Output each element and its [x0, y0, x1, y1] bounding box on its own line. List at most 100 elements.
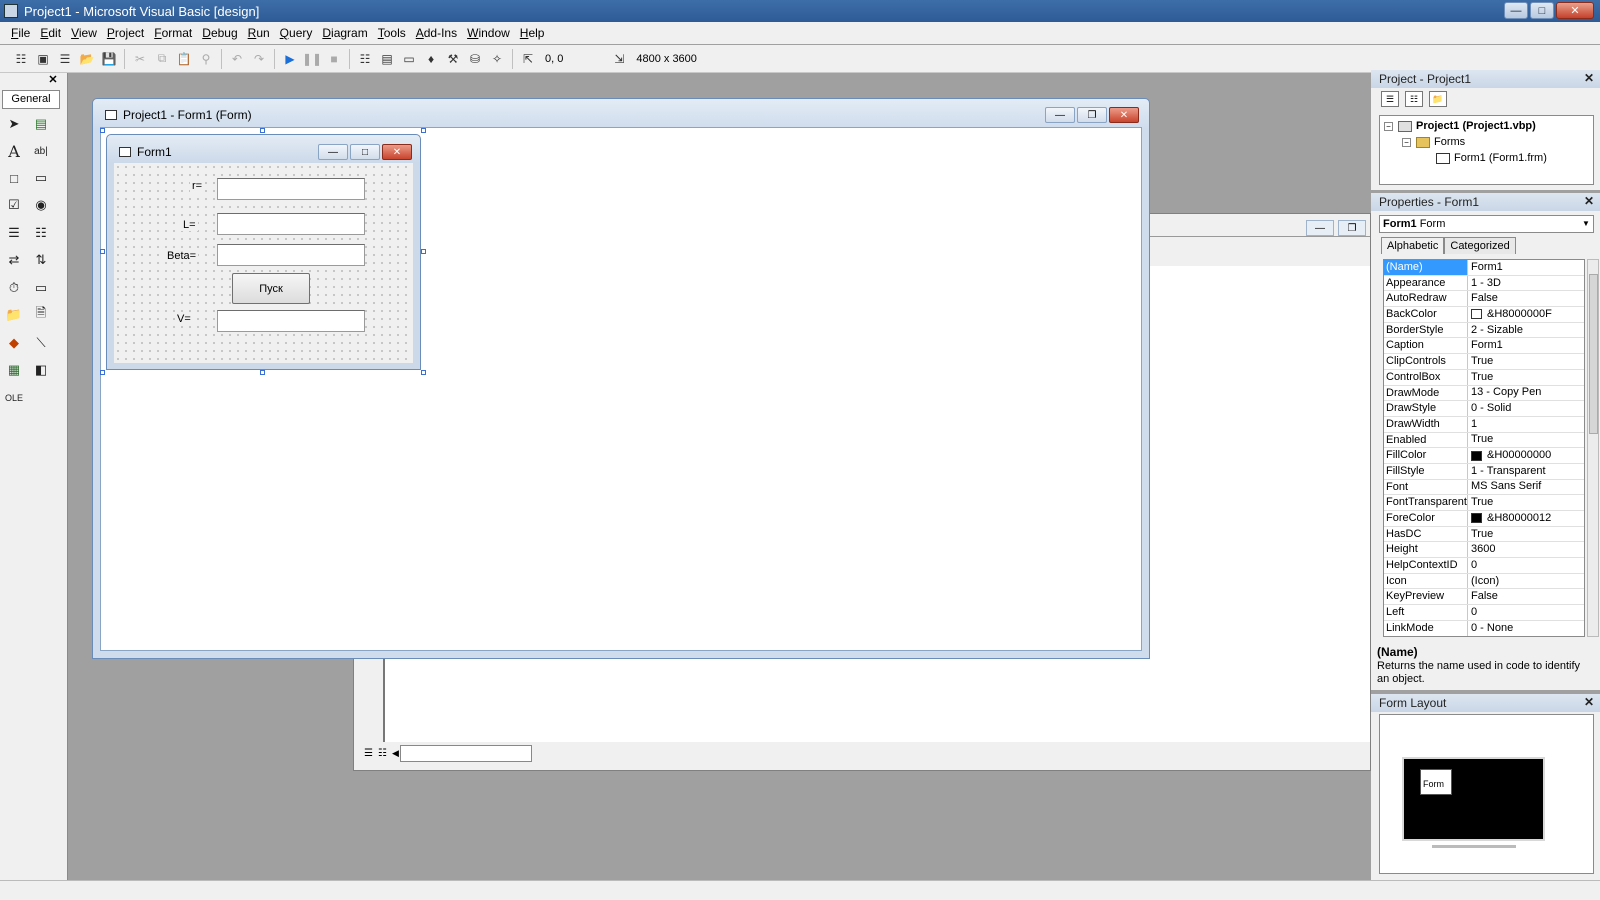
property-row[interactable]: HelpContextID 0 [1384, 558, 1584, 574]
menu-view[interactable]: View [66, 26, 102, 40]
menu-help[interactable]: Help [515, 26, 550, 40]
break-icon[interactable]: ❚❚ [302, 49, 322, 69]
property-value[interactable]: False [1468, 589, 1584, 604]
property-value[interactable]: 0 [1468, 558, 1584, 573]
property-row[interactable]: Font MS Sans Serif [1384, 479, 1584, 496]
layout-form-thumbnail[interactable]: Form [1420, 769, 1452, 795]
timer-tool-icon[interactable]: ⏱ [3, 277, 25, 299]
dirlistbox-tool-icon[interactable]: 📁 [3, 304, 25, 326]
resize-handle-sw[interactable] [100, 370, 105, 375]
properties-window-icon[interactable]: ▤ [377, 49, 397, 69]
property-row[interactable]: ForeColor &H80000012 [1384, 511, 1584, 527]
form1-minimize-button[interactable]: — [318, 144, 348, 160]
picturebox-icon[interactable]: ▤ [30, 113, 52, 135]
textbox-beta[interactable] [217, 244, 365, 266]
property-value[interactable]: True [1468, 370, 1584, 385]
resize-handle-ne[interactable] [421, 128, 426, 133]
property-value[interactable]: 1 - Transparent [1468, 464, 1584, 479]
property-row[interactable]: ClipControls True [1384, 354, 1584, 370]
code-minimize-button[interactable]: — [1306, 220, 1334, 236]
hscrollbar-tool-icon[interactable]: ⇄ [3, 249, 25, 271]
property-value[interactable]: &H00000000 [1468, 448, 1584, 463]
shape-tool-icon[interactable]: ◆ [3, 332, 25, 354]
filelistbox-tool-icon[interactable]: 🗎 [30, 304, 52, 326]
resize-handle-s[interactable] [260, 370, 265, 375]
property-row[interactable]: KeyPreview False [1384, 589, 1584, 606]
start-icon[interactable]: ▶ [280, 49, 300, 69]
property-value[interactable]: 2 - Sizable [1468, 323, 1584, 338]
end-icon[interactable]: ■ [324, 49, 344, 69]
property-value[interactable]: Form1 [1468, 338, 1584, 353]
property-row[interactable]: FillStyle 1 - Transparent [1384, 463, 1584, 480]
tree-forms-folder[interactable]: Forms [1434, 136, 1465, 148]
property-row[interactable]: Enabled True [1384, 432, 1584, 449]
start-command-button[interactable]: Пуск [232, 273, 310, 304]
object-selector[interactable]: Form1 Form ▼ [1379, 215, 1594, 233]
data-tool-icon[interactable]: ◧ [30, 359, 52, 381]
menu-add-ins[interactable]: Add-Ins [411, 26, 462, 40]
view-object-icon[interactable]: ☷ [1405, 91, 1423, 107]
menu-tools[interactable]: Tools [373, 26, 411, 40]
pointer-icon[interactable]: ➤ [3, 113, 25, 135]
menu-diagram[interactable]: Diagram [317, 26, 372, 40]
project-explorer-icon[interactable]: ☷ [355, 49, 375, 69]
code-restore-button[interactable]: ❐ [1338, 220, 1366, 236]
vscrollbar-tool-icon[interactable]: ⇅ [30, 249, 52, 271]
close-button[interactable]: ✕ [1556, 2, 1594, 19]
combobox-tool-icon[interactable]: ☰ [3, 222, 25, 244]
property-value[interactable]: 1 [1468, 417, 1584, 432]
resize-handle-se[interactable] [421, 370, 426, 375]
drivelistbox-tool-icon[interactable]: ▭ [30, 277, 52, 299]
cut-icon[interactable]: ✂ [130, 49, 150, 69]
add-form-icon[interactable]: ▣ [33, 49, 53, 69]
property-value[interactable]: 1 - 3D [1468, 276, 1584, 291]
view-code-icon[interactable]: ☰ [1381, 91, 1399, 107]
expand-root-icon[interactable]: − [1384, 121, 1393, 131]
menu-format[interactable]: Format [149, 26, 197, 40]
resize-handle-n[interactable] [260, 128, 265, 133]
toolbox-close-icon[interactable]: ✕ [47, 75, 59, 87]
toggle-folders-icon[interactable]: 📁 [1429, 91, 1447, 107]
property-value[interactable]: (Icon) [1468, 574, 1584, 589]
designer-close-button[interactable]: ✕ [1109, 107, 1139, 123]
add-project-icon[interactable]: ☷ [11, 49, 31, 69]
frame-tool-icon[interactable]: □ [3, 167, 25, 189]
ole-tool-icon[interactable]: OLE [3, 387, 25, 409]
toolbox-icon[interactable]: ⚒ [443, 49, 463, 69]
form1[interactable]: Form1 — □ ✕ r= L= Beta= Пуск V= [106, 134, 421, 370]
tab-alphabetic[interactable]: Alphabetic [1381, 237, 1445, 254]
full-module-view-icon[interactable]: ☷ [378, 748, 392, 759]
property-row[interactable]: (Name) Form1 [1384, 260, 1584, 276]
maximize-button[interactable]: □ [1530, 2, 1554, 19]
form1-client-area[interactable]: r= L= Beta= Пуск V= [114, 163, 413, 363]
textbox-tool-icon[interactable]: ab| [30, 140, 52, 162]
label-beta[interactable]: Beta= [165, 250, 199, 262]
property-row[interactable]: BackColor &H8000000F [1384, 307, 1584, 323]
layout-close-icon[interactable]: ✕ [1584, 696, 1594, 709]
form1-close-button[interactable]: ✕ [382, 144, 412, 160]
toolbox-tab-general[interactable]: General [2, 90, 60, 109]
label-l[interactable]: L= [181, 219, 198, 231]
tree-form1-item[interactable]: Form1 (Form1.frm) [1454, 152, 1547, 164]
property-value[interactable]: MS Sans Serif [1468, 480, 1584, 495]
property-row[interactable]: DrawWidth 1 [1384, 416, 1584, 433]
menu-project[interactable]: Project [102, 26, 149, 40]
label-tool-icon[interactable]: A [3, 140, 25, 162]
property-value[interactable]: True [1468, 354, 1584, 369]
property-value[interactable]: &H8000000F [1468, 307, 1584, 322]
menu-run[interactable]: Run [243, 26, 275, 40]
textbox-r[interactable] [217, 178, 365, 200]
property-value[interactable]: True [1468, 433, 1584, 448]
property-row[interactable]: HasDC True [1384, 526, 1584, 543]
component-manager-icon[interactable]: ✧ [487, 49, 507, 69]
property-value[interactable]: False [1468, 291, 1584, 306]
property-value[interactable]: True [1468, 527, 1584, 542]
project-close-icon[interactable]: ✕ [1584, 72, 1594, 85]
menu-edit[interactable]: Edit [35, 26, 66, 40]
copy-icon[interactable]: ⧉ [152, 49, 172, 69]
tree-project-root[interactable]: Project1 (Project1.vbp) [1416, 120, 1536, 132]
property-value[interactable]: True [1468, 495, 1584, 510]
save-project-icon[interactable]: 💾 [99, 49, 119, 69]
property-row[interactable]: Appearance 1 - 3D [1384, 275, 1584, 292]
code-hscrollbar[interactable] [400, 745, 532, 762]
